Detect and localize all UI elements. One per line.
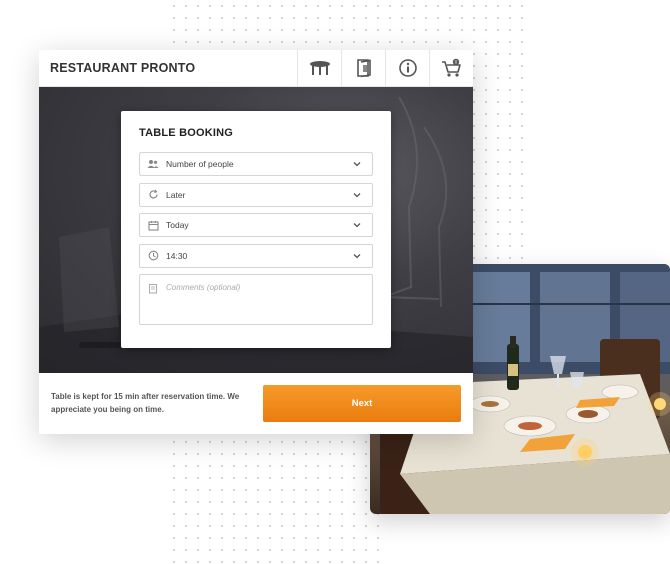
info-button[interactable] (385, 50, 429, 86)
next-button[interactable]: Next (263, 385, 461, 422)
cart-button[interactable]: 0 (429, 50, 473, 86)
people-select-value: Number of people (166, 159, 234, 169)
date-select[interactable]: Today (139, 213, 373, 237)
people-icon (146, 157, 160, 171)
booking-card: TABLE BOOKING Number of people Later Tod… (121, 111, 391, 348)
time-mode-value: Later (166, 189, 186, 200)
menu-book-icon (356, 59, 371, 78)
calendar-icon (146, 218, 160, 232)
app-header: RESTAURANT PRONTO 0 (39, 50, 473, 87)
people-select[interactable]: Number of people (139, 152, 373, 176)
time-select[interactable]: 14:30 (139, 243, 373, 268)
table-icon (309, 61, 330, 75)
chevron-down-icon (353, 223, 361, 228)
table-button[interactable] (297, 50, 341, 86)
date-select-value: Today (166, 220, 189, 230)
chevron-down-icon (353, 192, 361, 197)
comments-input[interactable] (166, 281, 366, 319)
chevron-down-icon (353, 253, 361, 258)
time-mode-select[interactable]: Later (139, 182, 373, 207)
restaurant-name: RESTAURANT PRONTO (50, 61, 196, 75)
info-icon (398, 59, 417, 77)
refresh-icon (146, 188, 160, 202)
booking-title: TABLE BOOKING (139, 127, 234, 139)
clock-icon (146, 249, 160, 263)
note-icon (146, 281, 160, 295)
booking-footer: Table is kept for 15 min after reservati… (39, 373, 473, 434)
chevron-down-icon (353, 162, 361, 167)
time-select-value: 14:30 (166, 250, 188, 261)
comments-field[interactable] (139, 274, 373, 325)
booking-widget: RESTAURANT PRONTO 0 TABLE BOOKING Number… (39, 50, 473, 434)
reservation-note: Table is kept for 15 min after reservati… (51, 392, 240, 414)
cart-icon: 0 (441, 58, 461, 77)
dotted-pattern-bottom (168, 436, 382, 564)
hero-background: TABLE BOOKING Number of people Later Tod… (39, 87, 473, 373)
menu-button[interactable] (341, 50, 385, 86)
